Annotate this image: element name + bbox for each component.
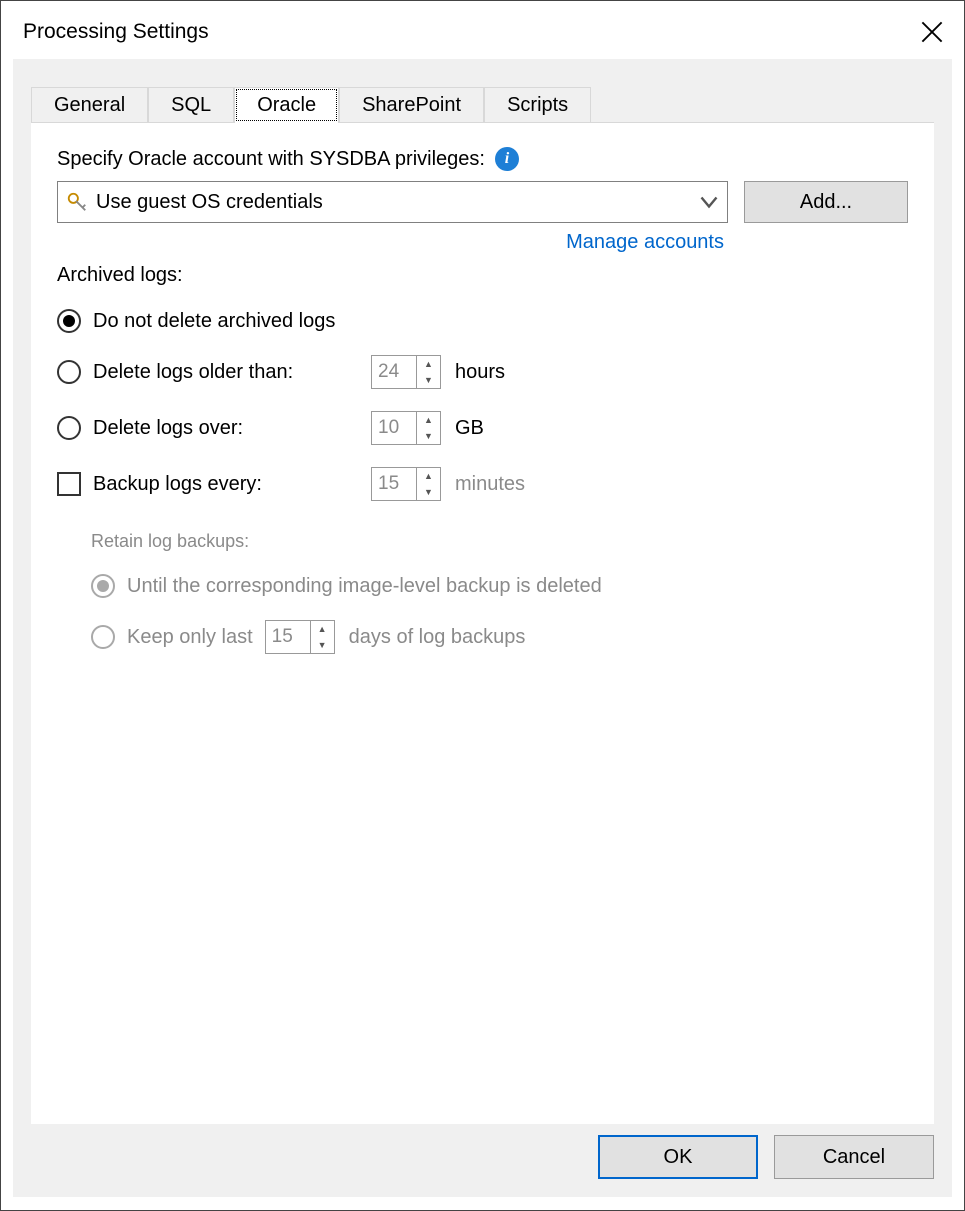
- tab-panel-oracle: Specify Oracle account with SYSDBA privi…: [31, 122, 934, 1124]
- close-icon[interactable]: [918, 18, 946, 46]
- backup-every-unit: minutes: [455, 473, 525, 496]
- radio-older-than-label: Delete logs older than:: [93, 361, 371, 384]
- oracle-account-value: Use guest OS credentials: [96, 191, 323, 214]
- backup-every-spinner[interactable]: ▲▼: [371, 467, 441, 501]
- backup-every-value[interactable]: [372, 468, 416, 500]
- older-than-unit: hours: [455, 361, 505, 384]
- client-area: General SQL Oracle SharePoint Scripts Sp…: [13, 59, 952, 1197]
- spinner-arrows-icon: ▲▼: [310, 621, 334, 653]
- cancel-button[interactable]: Cancel: [774, 1135, 934, 1179]
- oracle-account-combo[interactable]: Use guest OS credentials: [57, 181, 728, 223]
- chevron-down-icon[interactable]: [697, 190, 721, 214]
- checkbox-backup-every-label: Backup logs every:: [93, 473, 371, 496]
- oracle-account-label: Specify Oracle account with SYSDBA privi…: [57, 148, 485, 171]
- tab-scripts[interactable]: Scripts: [484, 87, 591, 123]
- checkbox-backup-every[interactable]: [57, 472, 81, 496]
- older-than-spinner[interactable]: ▲▼: [371, 355, 441, 389]
- info-icon[interactable]: i: [495, 147, 519, 171]
- window-title: Processing Settings: [23, 20, 209, 44]
- manage-accounts-link[interactable]: Manage accounts: [57, 231, 908, 254]
- tab-oracle[interactable]: Oracle: [234, 87, 339, 123]
- radio-logs-over-label: Delete logs over:: [93, 417, 371, 440]
- keep-last-spinner: ▲▼: [265, 620, 335, 654]
- tab-strip: General SQL Oracle SharePoint Scripts: [31, 79, 934, 123]
- radio-logs-over[interactable]: [57, 416, 81, 440]
- radio-keep-last: [91, 625, 115, 649]
- archived-logs-label: Archived logs:: [57, 264, 908, 287]
- radio-older-than[interactable]: [57, 360, 81, 384]
- key-icon: [66, 191, 88, 213]
- dialog-footer: OK Cancel: [598, 1135, 934, 1179]
- tab-sql[interactable]: SQL: [148, 87, 234, 123]
- spinner-arrows-icon[interactable]: ▲▼: [416, 356, 440, 388]
- add-button[interactable]: Add...: [744, 181, 908, 223]
- radio-keep-last-suffix: days of log backups: [349, 626, 526, 649]
- logs-over-spinner[interactable]: ▲▼: [371, 411, 441, 445]
- processing-settings-window: Processing Settings General SQL Oracle S…: [0, 0, 965, 1211]
- spinner-arrows-icon[interactable]: ▲▼: [416, 468, 440, 500]
- logs-over-value[interactable]: [372, 412, 416, 444]
- retain-log-backups-label: Retain log backups:: [91, 531, 908, 552]
- ok-button[interactable]: OK: [598, 1135, 758, 1179]
- spinner-arrows-icon[interactable]: ▲▼: [416, 412, 440, 444]
- radio-retain-until-label: Until the corresponding image-level back…: [127, 575, 602, 598]
- radio-no-delete-label: Do not delete archived logs: [93, 310, 335, 333]
- tab-sharepoint[interactable]: SharePoint: [339, 87, 484, 123]
- tab-general[interactable]: General: [31, 87, 148, 123]
- logs-over-unit: GB: [455, 417, 484, 440]
- titlebar: Processing Settings: [1, 1, 964, 59]
- radio-retain-until: [91, 574, 115, 598]
- keep-last-value: [266, 621, 310, 653]
- radio-no-delete[interactable]: [57, 309, 81, 333]
- radio-keep-last-prefix: Keep only last: [127, 626, 253, 649]
- older-than-value[interactable]: [372, 356, 416, 388]
